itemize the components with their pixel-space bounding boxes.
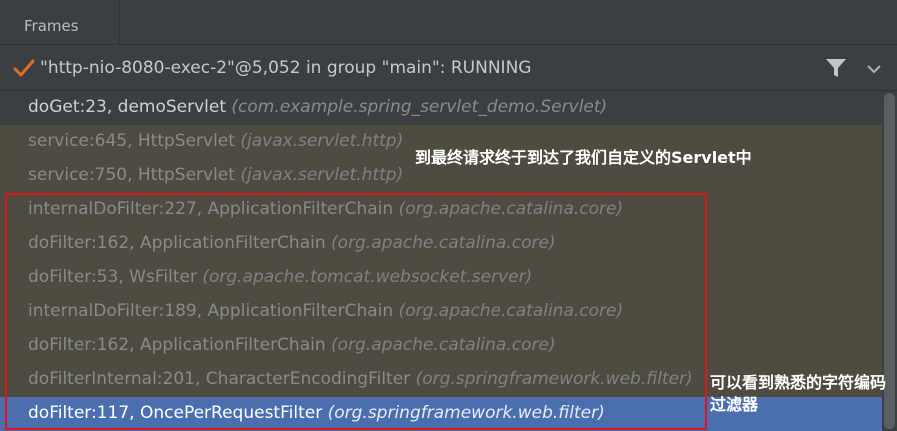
frame-package: (javax.servlet.http)	[240, 131, 404, 151]
frame-row[interactable]: doGet:23, demoServlet (com.example.sprin…	[0, 91, 882, 125]
thread-selector[interactable]: "http-nio-8080-exec-2"@5,052 in group "m…	[0, 46, 897, 91]
frame-location: doFilter:117, OncePerRequestFilter	[28, 403, 323, 423]
frame-location: doFilter:162, ApplicationFilterChain	[28, 233, 326, 253]
frame-location: service:645, HttpServlet	[28, 131, 235, 151]
frame-location: doFilter:162, ApplicationFilterChain	[28, 335, 326, 355]
frame-package: (org.apache.catalina.core)	[398, 199, 624, 219]
annotation-filter-note: 可以看到熟悉的字符编码过滤器	[710, 373, 887, 414]
frame-package: (org.springframework.web.filter)	[327, 403, 605, 423]
frame-package: (org.apache.catalina.core)	[398, 301, 624, 321]
frame-package: (org.springframework.web.filter)	[415, 369, 693, 389]
frame-package: (org.apache.tomcat.websocket.server)	[202, 267, 533, 287]
check-icon	[13, 59, 35, 77]
chevron-down-icon[interactable]	[866, 64, 882, 74]
frame-package: (org.apache.catalina.core)	[331, 233, 556, 253]
frame-row[interactable]: doFilter:162, ApplicationFilterChain (or…	[0, 329, 882, 363]
frame-row[interactable]: internalDoFilter:227, ApplicationFilterC…	[0, 193, 882, 227]
filter-icon[interactable]	[825, 57, 847, 79]
frame-row[interactable]: internalDoFilter:189, ApplicationFilterC…	[0, 295, 882, 329]
thread-label: "http-nio-8080-exec-2"@5,052 in group "m…	[40, 58, 532, 78]
frame-row[interactable]: doFilter:53, WsFilter (org.apache.tomcat…	[0, 261, 882, 295]
frame-location: service:750, HttpServlet	[28, 165, 235, 185]
frames-tab[interactable]: Frames	[0, 0, 120, 45]
panel-title: Frames	[24, 17, 79, 35]
frame-package: (org.apache.catalina.core)	[331, 335, 556, 355]
frame-location: doFilter:53, WsFilter	[28, 267, 197, 287]
frame-package: (javax.servlet.http)	[240, 165, 404, 185]
frame-location: doFilterInternal:201, CharacterEncodingF…	[28, 369, 411, 389]
frame-location: internalDoFilter:189, ApplicationFilterC…	[28, 301, 394, 321]
frame-location: doGet:23, demoServlet	[28, 97, 227, 117]
frame-location: internalDoFilter:227, ApplicationFilterC…	[28, 199, 394, 219]
frame-row[interactable]: doFilter:162, ApplicationFilterChain (or…	[0, 227, 882, 261]
frames-panel-header: Frames	[0, 0, 897, 45]
frame-package: (com.example.spring_servlet_demo.Servlet…	[231, 97, 608, 117]
annotation-servlet-note: 到最终请求终于到达了我们自定义的Servlet中	[415, 148, 752, 167]
